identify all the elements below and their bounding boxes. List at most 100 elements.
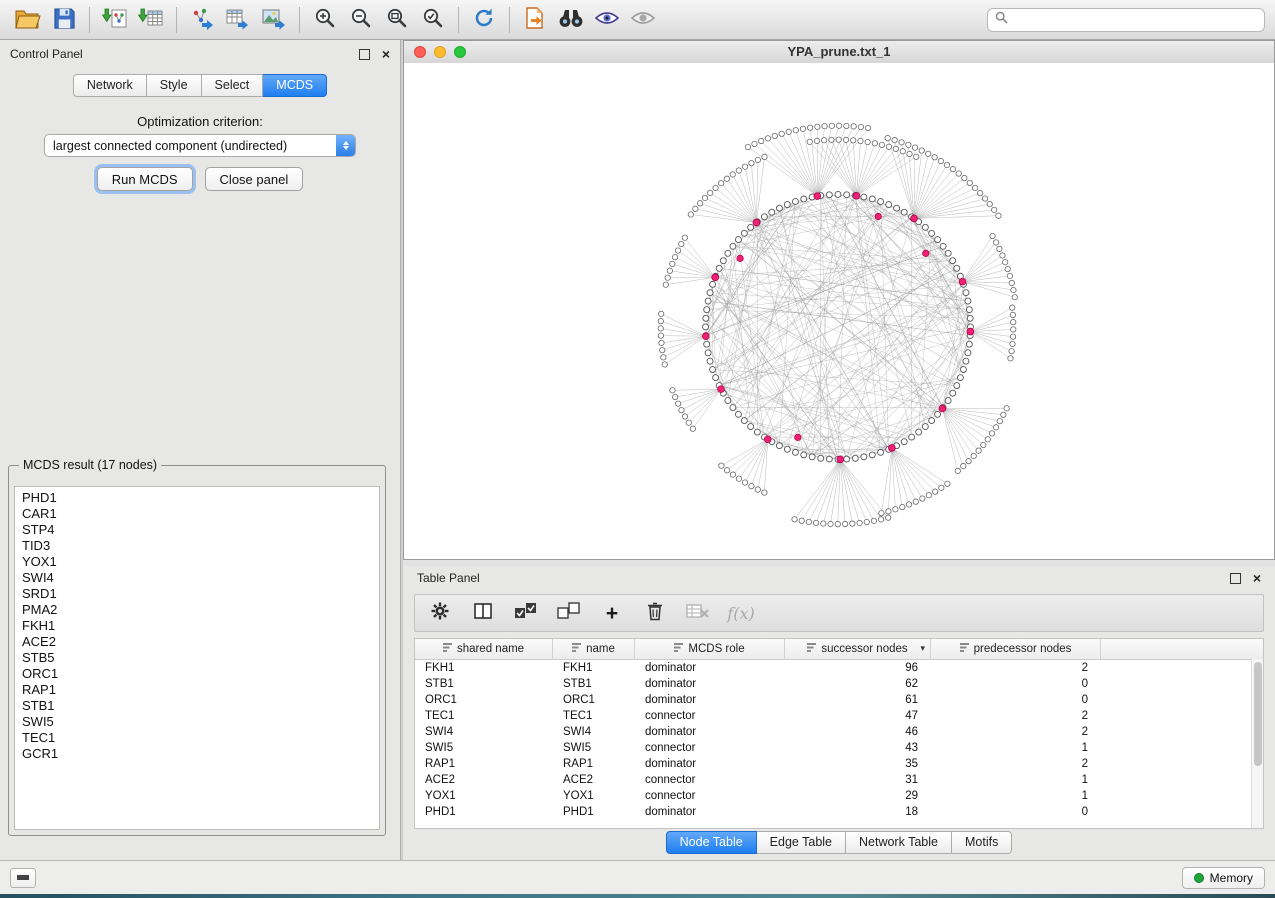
close-panel-button[interactable]: Close panel (205, 167, 304, 191)
tab-style[interactable]: Style (147, 74, 202, 97)
mcds-result-item[interactable]: YOX1 (15, 554, 379, 570)
toolbar-separator (176, 7, 177, 33)
search-box[interactable] (987, 8, 1265, 32)
tab-network[interactable]: Network (73, 74, 147, 97)
zoom-in-icon (313, 6, 337, 33)
table-cell: ORC1 (553, 694, 635, 706)
export-image-icon (261, 6, 287, 33)
deselect-all-rows-button[interactable] (558, 602, 580, 624)
tab-edge-table[interactable]: Edge Table (757, 831, 846, 854)
export-image-button[interactable] (256, 4, 292, 36)
table-row[interactable]: ORC1ORC1dominator610 (415, 692, 1263, 708)
tab-select[interactable]: Select (202, 74, 264, 97)
scrollbar-thumb[interactable] (1254, 662, 1262, 766)
import-table-button[interactable] (133, 4, 169, 36)
share-document-button[interactable] (517, 4, 553, 36)
table-scrollbar[interactable] (1251, 659, 1263, 828)
mcds-result-list[interactable]: PHD1CAR1STP4TID3YOX1SWI4SRD1PMA2FKH1ACE2… (14, 486, 380, 830)
float-table-panel-icon[interactable] (1230, 573, 1241, 584)
table-cell: 62 (785, 678, 931, 690)
zoom-fit-button[interactable] (379, 4, 415, 36)
network-canvas[interactable] (404, 63, 1274, 559)
table-cell: dominator (635, 694, 785, 706)
search-input[interactable] (1013, 12, 1257, 28)
tab-mcds[interactable]: MCDS (263, 74, 327, 97)
destroy-table-button[interactable] (687, 602, 709, 624)
sort-icon (807, 643, 817, 655)
table-row[interactable]: RAP1RAP1dominator352 (415, 756, 1263, 772)
table-row[interactable]: ACE2ACE2connector311 (415, 772, 1263, 788)
mcds-result-item[interactable]: SWI5 (15, 714, 379, 730)
column-header-name[interactable]: name (553, 639, 635, 659)
mcds-result-item[interactable]: STP4 (15, 522, 379, 538)
close-table-panel-icon[interactable]: × (1253, 571, 1261, 585)
column-header-mcds-role[interactable]: MCDS role (635, 639, 785, 659)
save-session-button[interactable] (46, 4, 82, 36)
mcds-result-item[interactable]: STB5 (15, 650, 379, 666)
delete-column-button[interactable] (644, 602, 666, 624)
mcds-result-item[interactable]: TEC1 (15, 730, 379, 746)
create-column-button[interactable]: + (601, 602, 623, 624)
table-row[interactable]: FKH1FKH1dominator962 (415, 660, 1263, 676)
zoom-selected-button[interactable] (415, 4, 451, 36)
menu-button[interactable] (10, 868, 36, 888)
table-row[interactable]: STB1STB1dominator620 (415, 676, 1263, 692)
mcds-result-item[interactable]: ACE2 (15, 634, 379, 650)
mcds-result-item[interactable]: TID3 (15, 538, 379, 554)
table-panel-header: Table Panel × (403, 566, 1275, 590)
table-row[interactable]: TEC1TEC1connector472 (415, 708, 1263, 724)
export-network-button[interactable] (184, 4, 220, 36)
float-panel-icon[interactable] (359, 49, 370, 60)
table-row[interactable]: PHD1PHD1dominator180 (415, 804, 1263, 820)
show-hide-button[interactable] (589, 4, 625, 36)
tab-motifs[interactable]: Motifs (952, 831, 1012, 854)
mcds-result-item[interactable]: SRD1 (15, 586, 379, 602)
zoom-in-button[interactable] (307, 4, 343, 36)
column-header-predecessor-nodes[interactable]: predecessor nodes (931, 639, 1101, 659)
mcds-result-item[interactable]: GCR1 (15, 746, 379, 762)
column-header-successor-nodes[interactable]: successor nodes▾ (785, 639, 931, 659)
show-columns-button[interactable] (472, 602, 494, 624)
mcds-result-item[interactable]: FKH1 (15, 618, 379, 634)
chevron-down-icon[interactable]: ▾ (920, 643, 925, 654)
mcds-result-item[interactable]: PMA2 (15, 602, 379, 618)
mcds-result-item[interactable]: ORC1 (15, 666, 379, 682)
mcds-result-group: MCDS result (17 nodes) PHD1CAR1STP4TID3Y… (8, 458, 386, 836)
function-builder-button[interactable]: f(x) (730, 602, 752, 624)
export-table-button[interactable] (220, 4, 256, 36)
mcds-result-item[interactable]: SWI4 (15, 570, 379, 586)
mcds-result-item[interactable]: PHD1 (15, 490, 379, 506)
run-mcds-button[interactable]: Run MCDS (97, 167, 193, 191)
table-row[interactable]: SWI4SWI4dominator462 (415, 724, 1263, 740)
trash-icon (645, 601, 665, 626)
table-cell: SWI4 (415, 726, 553, 738)
tab-network-table[interactable]: Network Table (846, 831, 952, 854)
network-window-titlebar[interactable]: YPA_prune.txt_1 (404, 41, 1274, 64)
window-maximize-icon[interactable] (454, 46, 466, 58)
column-header-shared-name[interactable]: shared name (415, 639, 553, 659)
mcds-result-item[interactable]: RAP1 (15, 682, 379, 698)
table-row[interactable]: YOX1YOX1connector291 (415, 788, 1263, 804)
zoom-out-button[interactable] (343, 4, 379, 36)
apply-layout-button[interactable] (466, 4, 502, 36)
network-window: YPA_prune.txt_1 (403, 40, 1275, 560)
criterion-dropdown[interactable]: largest connected component (undirected) (44, 134, 356, 157)
table-cell: 2 (931, 710, 1101, 722)
memory-label: Memory (1210, 871, 1253, 885)
window-close-icon[interactable] (414, 46, 426, 58)
mcds-result-item[interactable]: STB1 (15, 698, 379, 714)
table-settings-button[interactable] (429, 602, 451, 624)
table-cell: SWI4 (553, 726, 635, 738)
search-network-button[interactable] (553, 4, 589, 36)
hide-button[interactable] (625, 4, 661, 36)
table-row[interactable]: SWI5SWI5connector431 (415, 740, 1263, 756)
open-file-button[interactable] (10, 4, 46, 36)
close-panel-icon[interactable]: × (382, 47, 390, 61)
tab-node-table[interactable]: Node Table (666, 831, 757, 854)
window-minimize-icon[interactable] (434, 46, 446, 58)
import-network-button[interactable] (97, 4, 133, 36)
table-cell: 46 (785, 726, 931, 738)
memory-button[interactable]: Memory (1182, 867, 1265, 889)
select-all-rows-button[interactable] (515, 602, 537, 624)
mcds-result-item[interactable]: CAR1 (15, 506, 379, 522)
